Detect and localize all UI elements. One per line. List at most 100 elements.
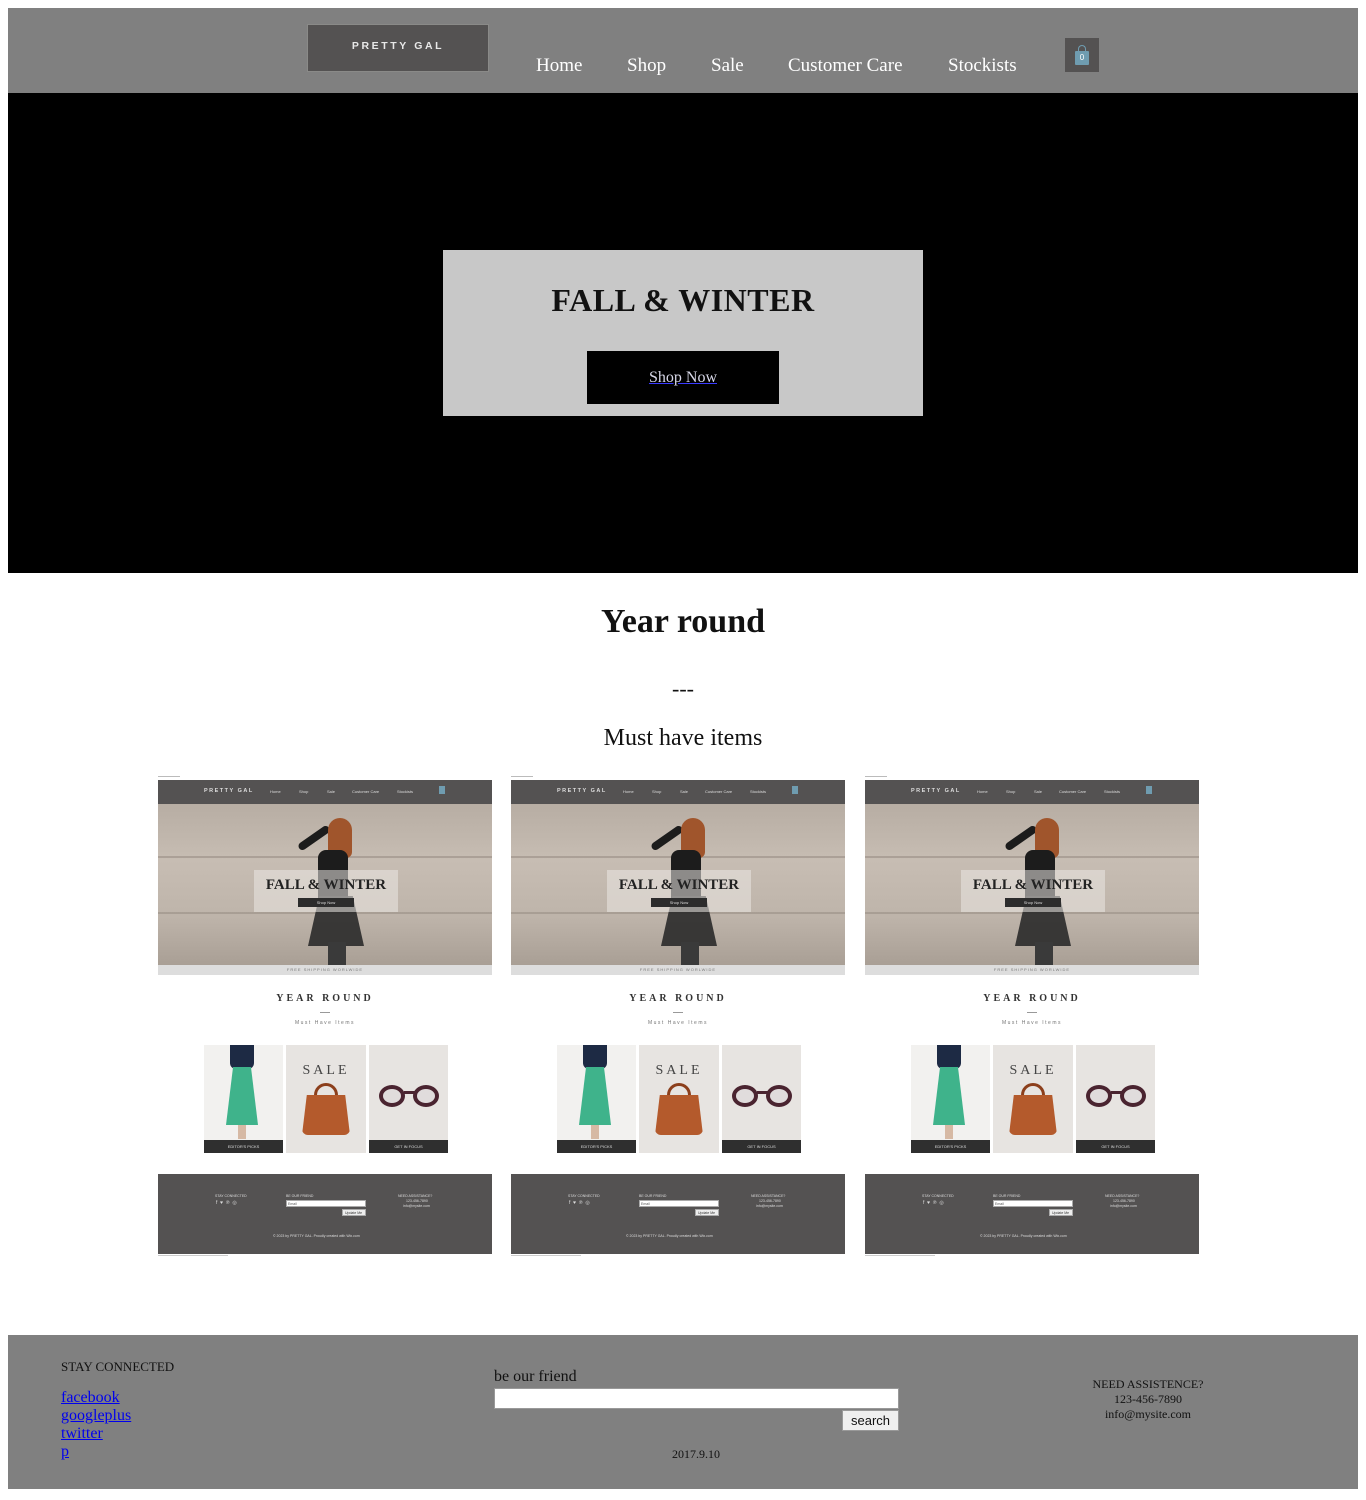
googleplus-link[interactable]: googleplus (61, 1407, 131, 1424)
section-subtitle: Must have items (603, 725, 763, 751)
assistance-info: NEED ASSISTENCE? 123-456-7890 info@mysit… (1058, 1377, 1238, 1422)
thumb-top-image (583, 1045, 607, 1069)
thumb-update-label: Update Me (345, 1211, 363, 1215)
thumb-social-icons: f ♥ ℗ ◎ (216, 1200, 237, 1206)
thumb-topline (158, 776, 180, 777)
thumb-skirt-image (226, 1067, 258, 1125)
thumbnail-card[interactable]: PRETTY GAL Home Shop Sale Customer Care Stock… (865, 776, 1199, 1258)
logo-text: PRETTY GAL (351, 40, 445, 52)
thumb-card-label: EDITOR'S PICKS (204, 1140, 283, 1153)
thumb-card-label: EDITOR'S PICKS (911, 1140, 990, 1153)
thumb-hero-overlay: FALL & WINTER Shop Now (254, 870, 398, 912)
nav-home[interactable]: Home (536, 55, 582, 77)
nav-sale[interactable]: Sale (711, 55, 744, 77)
thumb-divider (1027, 1012, 1037, 1013)
thumb-model-arm (1003, 824, 1039, 852)
thumb-footer-col: BE OUR FRIEND (993, 1194, 1021, 1198)
thumb-nav-item: Home (270, 789, 281, 794)
thumb-model-arm (296, 824, 332, 852)
thumb-hero-overlay: FALL & WINTER Shop Now (607, 870, 751, 912)
thumb-footer-email: info@mysite.com (756, 1204, 783, 1208)
friend-search-input[interactable] (494, 1388, 899, 1409)
thumb-header: PRETTY GAL Home Shop Sale Customer Care Stock… (865, 780, 1199, 804)
search-button[interactable]: search (842, 1410, 899, 1431)
thumb-card-sale: SALE (286, 1045, 366, 1153)
thumb-logo: PRETTY GAL (557, 788, 607, 794)
glasses-icon (377, 1085, 441, 1109)
thumb-card-sale: SALE (639, 1045, 719, 1153)
thumb-card-editors-picks: EDITOR'S PICKS (204, 1045, 283, 1153)
thumb-footer-col: NEED ASSISTANCE? (751, 1194, 786, 1198)
thumb-topline (511, 776, 533, 777)
thumb-card-sale: SALE (993, 1045, 1073, 1153)
thumb-card-editors-picks: EDITOR'S PICKS (911, 1045, 990, 1153)
thumb-legs-image (238, 1125, 246, 1139)
shop-now-link[interactable]: Shop Now (649, 369, 717, 387)
thumb-nav-item: Customer Care (1059, 789, 1087, 794)
assist-title: NEED ASSISTENCE? (1092, 1377, 1204, 1391)
thumb-hero-title: FALL & WINTER (265, 877, 387, 893)
thumb-section-title: YEAR ROUND (629, 993, 727, 1004)
thumb-cart-icon (792, 786, 798, 794)
cart-count: 0 (1079, 53, 1085, 62)
shopping-bag-icon: 0 (1075, 45, 1089, 65)
thumb-logo: PRETTY GAL (911, 788, 961, 794)
thumb-section-sub: Must Have Items (647, 1020, 708, 1026)
thumb-card-label: GET IN FOCUS (722, 1140, 801, 1153)
hero-banner: FALL & WINTER Shop Now (8, 93, 1358, 573)
thumb-model-arm (649, 824, 685, 852)
thumbnail-card[interactable]: PRETTY GAL Home Shop Sale Customer Care Stock… (158, 776, 492, 1258)
thumb-hero-button: Shop Now (651, 898, 707, 907)
thumbnail-card[interactable]: PRETTY GAL Home Shop Sale Customer Care Stock… (511, 776, 845, 1258)
thumb-divider (673, 1012, 683, 1013)
nav-shop[interactable]: Shop (627, 55, 666, 77)
thumb-header: PRETTY GAL Home Shop Sale Customer Care Stock… (511, 780, 845, 804)
thumb-social-icons: f ♥ ℗ ◎ (923, 1200, 944, 1206)
thumb-section-sub: Must Have Items (1001, 1020, 1062, 1026)
thumb-footer-col: STAY CONNECTED (922, 1194, 954, 1198)
facebook-link[interactable]: facebook (61, 1389, 120, 1406)
thumb-footer: STAY CONNECTED f ♥ ℗ ◎ BE OUR FRIEND Email U… (865, 1174, 1199, 1254)
thumb-bag-image (1009, 1095, 1057, 1135)
friend-label: be our friend (494, 1368, 577, 1385)
nav-customer-care[interactable]: Customer Care (788, 55, 903, 77)
thumb-sale-text: SALE (655, 1063, 703, 1078)
thumb-nav-item: Shop (1006, 789, 1016, 794)
thumb-lens (766, 1085, 792, 1107)
thumb-nav-item: Home (623, 789, 634, 794)
cart-button[interactable]: 0 (1065, 38, 1099, 72)
site-logo[interactable]: PRETTY GAL (307, 24, 489, 72)
thumb-hero: FALL & WINTER Shop Now (158, 804, 492, 965)
thumb-footer-phone: 123-456-7890 (406, 1199, 428, 1203)
thumb-card-label: GET IN FOCUS (369, 1140, 448, 1153)
thumb-legs-image (591, 1125, 599, 1139)
thumb-update-label: Update Me (1052, 1211, 1070, 1215)
thumb-email-input (639, 1200, 719, 1207)
thumb-hero: FALL & WINTER Shop Now (511, 804, 845, 965)
thumb-hero-button: Shop Now (298, 898, 354, 907)
thumb-hero-overlay: FALL & WINTER Shop Now (961, 870, 1105, 912)
thumb-footer-phone: 123-456-7890 (1113, 1199, 1135, 1203)
thumb-nav-item: Home (977, 789, 988, 794)
glasses-icon (1084, 1085, 1148, 1109)
thumb-nav-item: Customer Care (705, 789, 733, 794)
section-title: Year round (600, 603, 766, 640)
thumb-bottomline (158, 1255, 228, 1256)
thumb-card-get-in-focus: GET IN FOCUS (1076, 1045, 1155, 1153)
thumb-footer-col: NEED ASSISTANCE? (1105, 1194, 1140, 1198)
thumb-shipping-bar: FREE SHIPPING WORLWIDE (511, 965, 845, 975)
thumb-lens (1086, 1085, 1112, 1107)
shop-now-button[interactable]: Shop Now (587, 351, 779, 404)
thumb-topline (865, 776, 887, 777)
thumb-footer-col: STAY CONNECTED (568, 1194, 600, 1198)
thumb-lens (1120, 1085, 1146, 1107)
thumb-bottomline (865, 1255, 935, 1256)
glasses-icon (730, 1085, 794, 1109)
thumb-footer-col: BE OUR FRIEND (286, 1194, 314, 1198)
thumb-card-get-in-focus: GET IN FOCUS (369, 1045, 448, 1153)
thumb-bag-image (655, 1095, 703, 1135)
thumb-footer-email: info@mysite.com (403, 1204, 430, 1208)
thumb-nav-item: Customer Care (352, 789, 380, 794)
nav-stockists[interactable]: Stockists (948, 55, 1017, 77)
twitter-link[interactable]: twitter (61, 1425, 103, 1442)
